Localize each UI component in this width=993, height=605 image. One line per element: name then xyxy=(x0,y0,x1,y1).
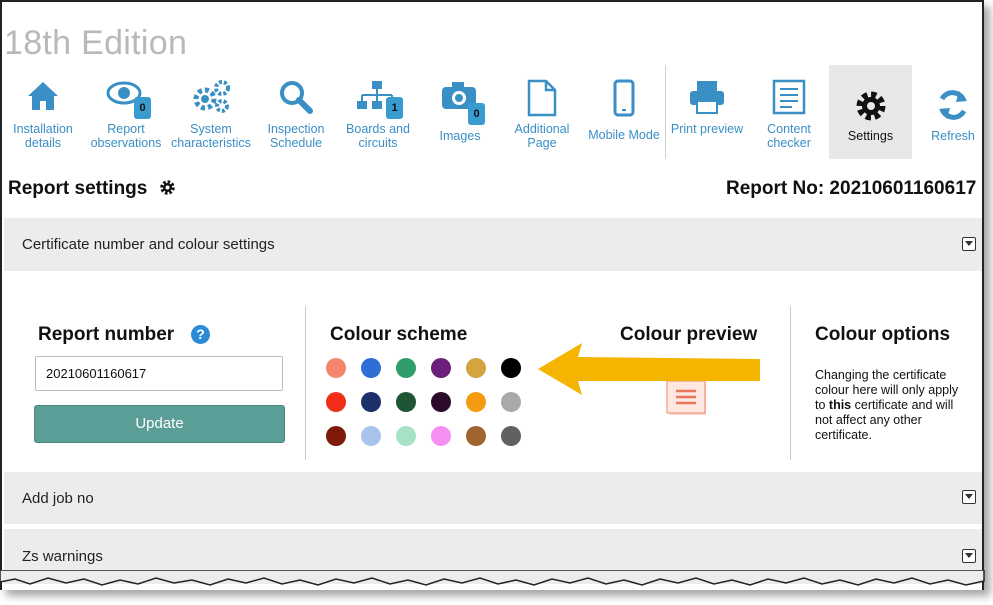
colour-options-description: Changing the certificate colour here wil… xyxy=(815,368,965,443)
toolbar-item-refresh[interactable]: Refresh xyxy=(912,65,982,159)
gear-icon xyxy=(159,179,176,202)
colour-swatch[interactable] xyxy=(431,358,451,378)
colour-swatch[interactable] xyxy=(501,392,521,412)
colour-scheme-title: Colour scheme xyxy=(330,324,468,345)
images-badge: 0 xyxy=(468,103,485,125)
toolbar-label: Report observations xyxy=(90,122,162,150)
phone-icon xyxy=(612,79,636,120)
colour-swatch[interactable] xyxy=(501,426,521,446)
annotation-arrow xyxy=(534,339,764,404)
colour-swatch[interactable] xyxy=(326,426,346,446)
colour-swatch[interactable] xyxy=(431,426,451,446)
colour-swatch[interactable] xyxy=(431,392,451,412)
toolbar-item-mobile[interactable]: Mobile Mode xyxy=(583,65,665,159)
toolbar-label: Mobile Mode xyxy=(588,128,660,142)
house-icon xyxy=(25,79,61,116)
collapse-toggle-icon[interactable] xyxy=(962,237,976,251)
colour-swatch[interactable] xyxy=(396,358,416,378)
colour-swatch[interactable] xyxy=(466,426,486,446)
toolbar-label: Print preview xyxy=(670,122,744,136)
collapse-toggle-icon[interactable] xyxy=(962,549,976,563)
observations-badge: 0 xyxy=(134,97,151,119)
report-number-input[interactable] xyxy=(35,356,283,391)
toolbar-item-print[interactable]: Print preview xyxy=(666,65,748,159)
toolbar-label: Images xyxy=(439,129,481,143)
edition-title: 18th Edition xyxy=(4,24,188,62)
colour-swatch[interactable] xyxy=(466,392,486,412)
colour-swatch[interactable] xyxy=(326,358,346,378)
refresh-icon xyxy=(935,87,971,126)
colour-swatch[interactable] xyxy=(466,358,486,378)
toolbar-label: Inspection Schedule xyxy=(267,122,325,150)
toolbar-item-images[interactable]: 0 Images xyxy=(419,65,501,159)
toolbar-label: Content checker xyxy=(767,122,811,150)
section-add-job-no[interactable]: Add job no xyxy=(4,472,982,524)
toolbar-label: Installation details xyxy=(13,122,73,150)
colour-swatch[interactable] xyxy=(326,392,346,412)
toolbar-label: System characteristics xyxy=(171,122,251,150)
page-title-text: Report settings xyxy=(8,178,148,199)
torn-edge xyxy=(0,569,993,600)
gears-icon xyxy=(191,79,231,118)
toolbar-label: Refresh xyxy=(931,129,975,143)
colour-swatch[interactable] xyxy=(361,392,381,412)
update-button[interactable]: Update xyxy=(34,405,285,443)
toolbar-label: Boards and circuits xyxy=(346,122,410,150)
column-divider xyxy=(305,306,306,460)
magnifier-icon xyxy=(278,79,314,118)
toolbar-item-observations[interactable]: 0 Report observations xyxy=(85,65,167,159)
toolbar-item-additional[interactable]: Additional Page xyxy=(501,65,583,159)
app-window: 18th Edition Installation details 0 Repo… xyxy=(0,0,984,590)
toolbar-item-settings[interactable]: Settings xyxy=(829,65,912,159)
page-title: Report settings xyxy=(8,178,176,202)
colour-swatch[interactable] xyxy=(396,392,416,412)
section-title: Certificate number and colour settings xyxy=(22,236,275,253)
colour-options-title: Colour options xyxy=(815,324,951,345)
page-icon xyxy=(526,79,558,120)
section-title: Zs warnings xyxy=(22,548,103,565)
colour-swatch[interactable] xyxy=(361,358,381,378)
section-title: Add job no xyxy=(22,490,94,507)
toolbar-item-boards[interactable]: 1 Boards and circuits xyxy=(337,65,419,159)
toolbar-label: Settings xyxy=(847,129,894,143)
boards-badge: 1 xyxy=(386,97,403,119)
printer-icon xyxy=(688,79,726,118)
toolbar-item-system[interactable]: System characteristics xyxy=(168,65,254,159)
colour-swatch[interactable] xyxy=(501,358,521,378)
toolbar-item-installation[interactable]: Installation details xyxy=(2,65,84,159)
report-number-heading: Report No: 20210601160617 xyxy=(726,178,977,199)
collapse-toggle-icon[interactable] xyxy=(962,490,976,504)
toolbar-item-checker[interactable]: Content checker xyxy=(748,65,830,159)
main-toolbar: Installation details 0 Report observatio… xyxy=(2,65,982,160)
column-divider xyxy=(790,306,791,460)
toolbar-item-inspection[interactable]: Inspection Schedule xyxy=(255,65,337,159)
toolbar-label: Additional Page xyxy=(514,122,570,150)
colour-swatch[interactable] xyxy=(396,426,416,446)
report-number-title: Report number xyxy=(38,324,175,345)
gear-icon xyxy=(854,89,888,126)
colour-swatch[interactable] xyxy=(361,426,381,446)
section-certificate-settings[interactable]: Certificate number and colour settings xyxy=(4,218,982,271)
description-emphasis: this xyxy=(828,398,852,412)
help-icon[interactable]: ? xyxy=(191,325,210,344)
checklist-icon xyxy=(772,79,806,118)
